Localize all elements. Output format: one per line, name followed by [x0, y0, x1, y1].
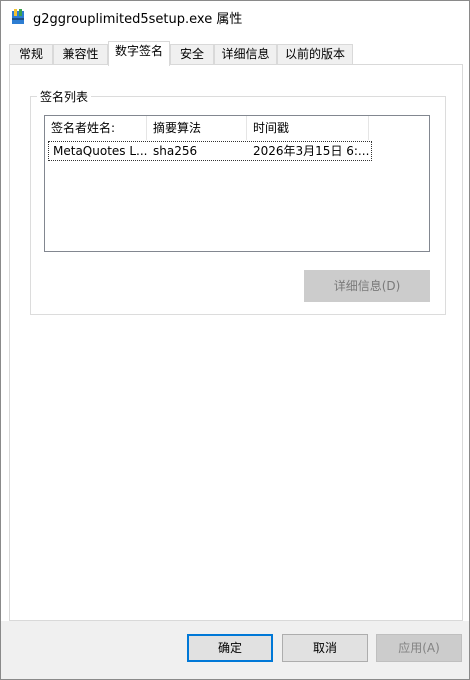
- column-timestamp[interactable]: 时间戳: [247, 116, 369, 140]
- column-signer[interactable]: 签名者姓名:: [45, 116, 147, 140]
- tab-general[interactable]: 常规: [9, 44, 53, 64]
- cell-timestamp: 2026年3月15日 6:...: [253, 144, 370, 158]
- apply-button[interactable]: 应用(A): [376, 634, 462, 662]
- cell-signer: MetaQuotes L...: [53, 144, 148, 158]
- details-button[interactable]: 详细信息(D): [304, 270, 430, 302]
- signature-list-group: 签名列表 签名者姓名: 摘要算法 时间戳 MetaQuotes L... sha…: [30, 88, 446, 315]
- cell-algorithm: sha256: [153, 144, 198, 158]
- dialog-footer: 确定 取消 应用(A): [1, 621, 469, 679]
- list-item[interactable]: MetaQuotes L... sha256 2026年3月15日 6:...: [48, 141, 372, 161]
- title-bar[interactable]: g2ggrouplimited5setup.exe 属性: [1, 1, 469, 33]
- tab-strip: 常规 兼容性 数字签名 安全 详细信息 以前的版本: [9, 41, 465, 66]
- tab-details[interactable]: 详细信息: [214, 44, 277, 64]
- tab-security[interactable]: 安全: [170, 44, 214, 64]
- column-digest-algorithm[interactable]: 摘要算法: [147, 116, 247, 140]
- ok-button[interactable]: 确定: [187, 634, 273, 662]
- group-label: 签名列表: [37, 88, 92, 105]
- cancel-button[interactable]: 取消: [282, 634, 368, 662]
- window-title: g2ggrouplimited5setup.exe 属性: [33, 12, 243, 27]
- tab-panel: 签名列表 签名者姓名: 摘要算法 时间戳 MetaQuotes L... sha…: [9, 64, 463, 621]
- properties-window: g2ggrouplimited5setup.exe 属性 常规 兼容性 数字签名…: [0, 0, 470, 680]
- tab-previous-versions[interactable]: 以前的版本: [277, 44, 353, 64]
- tab-compatibility[interactable]: 兼容性: [53, 44, 108, 64]
- installer-icon: [12, 9, 24, 24]
- tab-digital-signatures[interactable]: 数字签名: [108, 41, 170, 66]
- list-header: 签名者姓名: 摘要算法 时间戳: [45, 116, 429, 140]
- signature-list[interactable]: 签名者姓名: 摘要算法 时间戳 MetaQuotes L... sha256 2…: [44, 115, 430, 252]
